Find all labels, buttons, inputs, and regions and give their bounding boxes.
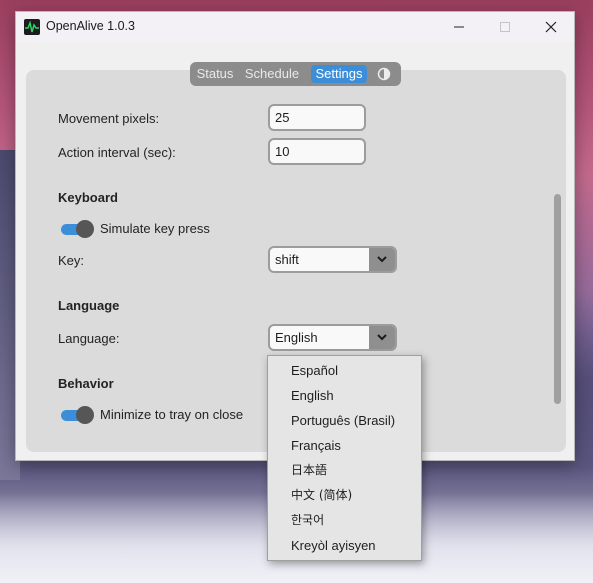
- language-option-ht[interactable]: Kreyòl ayisyen: [291, 536, 376, 556]
- toggle-knob: [76, 220, 94, 238]
- language-option-pt-br[interactable]: Português (Brasil): [291, 411, 395, 431]
- action-interval-label: Action interval (sec):: [58, 145, 176, 160]
- language-option-es[interactable]: Español: [291, 361, 338, 381]
- maximize-button[interactable]: [482, 12, 528, 42]
- behavior-heading: Behavior: [58, 376, 114, 391]
- minimize-to-tray-toggle[interactable]: [59, 405, 95, 425]
- minimize-icon: [454, 26, 464, 28]
- language-heading: Language: [58, 298, 120, 313]
- maximize-icon: [500, 22, 510, 32]
- tab-status[interactable]: Status: [195, 65, 235, 83]
- simulate-key-toggle[interactable]: [59, 219, 95, 239]
- tab-schedule[interactable]: Schedule: [242, 65, 302, 83]
- minimize-button[interactable]: [436, 12, 482, 42]
- action-interval-input[interactable]: 10: [268, 138, 366, 165]
- title-bar[interactable]: OpenAlive 1.0.3: [16, 12, 574, 42]
- tab-theme[interactable]: [374, 65, 394, 83]
- minimize-to-tray-label: Minimize to tray on close: [100, 407, 244, 422]
- key-select[interactable]: shift: [268, 246, 397, 273]
- tab-bar: Status Schedule Settings: [190, 62, 401, 86]
- chevron-down-icon: [377, 334, 387, 341]
- app-pulse-icon: [24, 19, 40, 35]
- sun-moon-icon: [377, 67, 391, 81]
- language-label: Language:: [58, 331, 120, 346]
- chevron-down-icon: [377, 256, 387, 263]
- language-option-ja[interactable]: 日本語: [291, 460, 327, 480]
- key-select-value: shift: [275, 252, 299, 267]
- movement-pixels-input[interactable]: 25: [268, 104, 366, 131]
- language-option-en[interactable]: English: [291, 386, 334, 406]
- keyboard-heading: Keyboard: [58, 190, 118, 205]
- close-icon: [545, 21, 557, 33]
- language-option-zh[interactable]: 中文 (简体): [291, 485, 352, 505]
- tab-settings[interactable]: Settings: [311, 65, 367, 83]
- window-title: OpenAlive 1.0.3: [46, 19, 135, 33]
- language-option-fr[interactable]: Français: [291, 436, 341, 456]
- language-dropdown-menu: Español English Português (Brasil) Franç…: [267, 355, 422, 561]
- simulate-key-label: Simulate key press: [100, 221, 210, 236]
- language-select-arrow[interactable]: [369, 326, 395, 349]
- key-label: Key:: [58, 253, 85, 268]
- close-button[interactable]: [528, 12, 574, 42]
- movement-pixels-label: Movement pixels:: [58, 111, 160, 126]
- language-option-ko[interactable]: 한국어: [291, 510, 324, 530]
- language-select[interactable]: English: [268, 324, 397, 351]
- scrollbar-thumb[interactable]: [554, 194, 561, 404]
- key-select-arrow[interactable]: [369, 248, 395, 271]
- language-select-value: English: [275, 330, 318, 345]
- toggle-knob: [76, 406, 94, 424]
